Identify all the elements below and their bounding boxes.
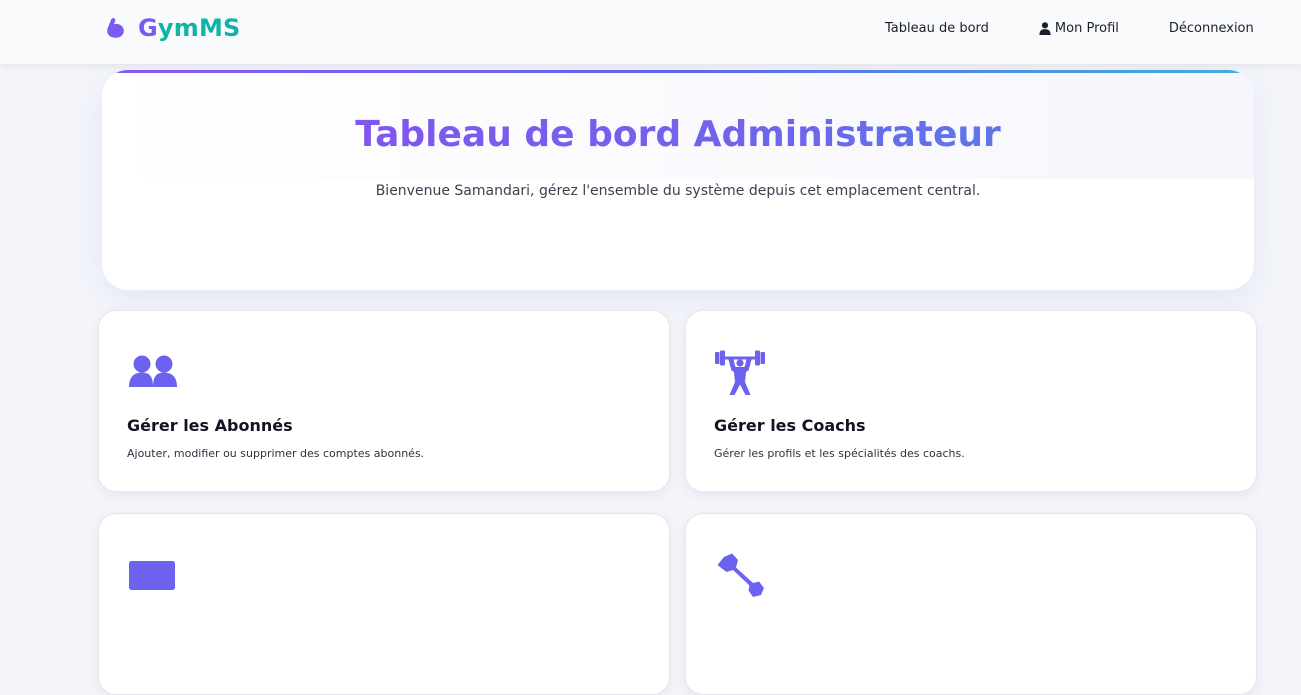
nav-link-profile[interactable]: Mon Profil (1039, 21, 1119, 36)
card-settings[interactable] (685, 513, 1257, 695)
card-manage-subscriptions[interactable] (98, 513, 670, 695)
brand-logo[interactable]: GymMS (104, 12, 241, 44)
card-manage-coaches[interactable]: Gérer les Coachs Gérer les profils et le… (685, 310, 1257, 492)
users-icon (129, 355, 177, 387)
weightlifter-icon (715, 350, 765, 395)
user-icon (1039, 21, 1051, 35)
nav-link-profile-label: Mon Profil (1054, 20, 1119, 36)
navbar: GymMS Tableau de bord Mon Profil Déconne… (0, 0, 1301, 64)
welcome-message: Bienvenue Samandari, gérez l'ensemble du… (375, 183, 981, 199)
nav-link-logout-label: Déconnexion (1168, 20, 1254, 36)
flexed-arm-icon (107, 18, 124, 38)
wrench-icon (717, 553, 764, 597)
card-description: Ajouter, modifier ou supprimer des compt… (127, 447, 425, 460)
nav-links: Tableau de bord Mon Profil Déconnexion (885, 18, 1254, 38)
page-title: Tableau de bord Administrateur (102, 110, 1254, 160)
card-description: Gérer les profils et les spécialités des… (714, 447, 965, 460)
card-manage-members[interactable]: Gérer les Abonnés Ajouter, modifier ou s… (98, 310, 670, 492)
card-title: Gérer les Abonnés (127, 416, 293, 435)
card-icon (129, 561, 175, 590)
nav-link-logout[interactable]: Déconnexion (1169, 21, 1254, 36)
card-title: Gérer les Coachs (714, 416, 866, 435)
nav-link-dashboard[interactable]: Tableau de bord (885, 21, 989, 36)
brand-name: GymMS (138, 14, 241, 42)
dashboard-header: Tableau de bord Administrateur Bienvenue… (102, 70, 1254, 290)
nav-link-dashboard-label: Tableau de bord (885, 20, 989, 36)
